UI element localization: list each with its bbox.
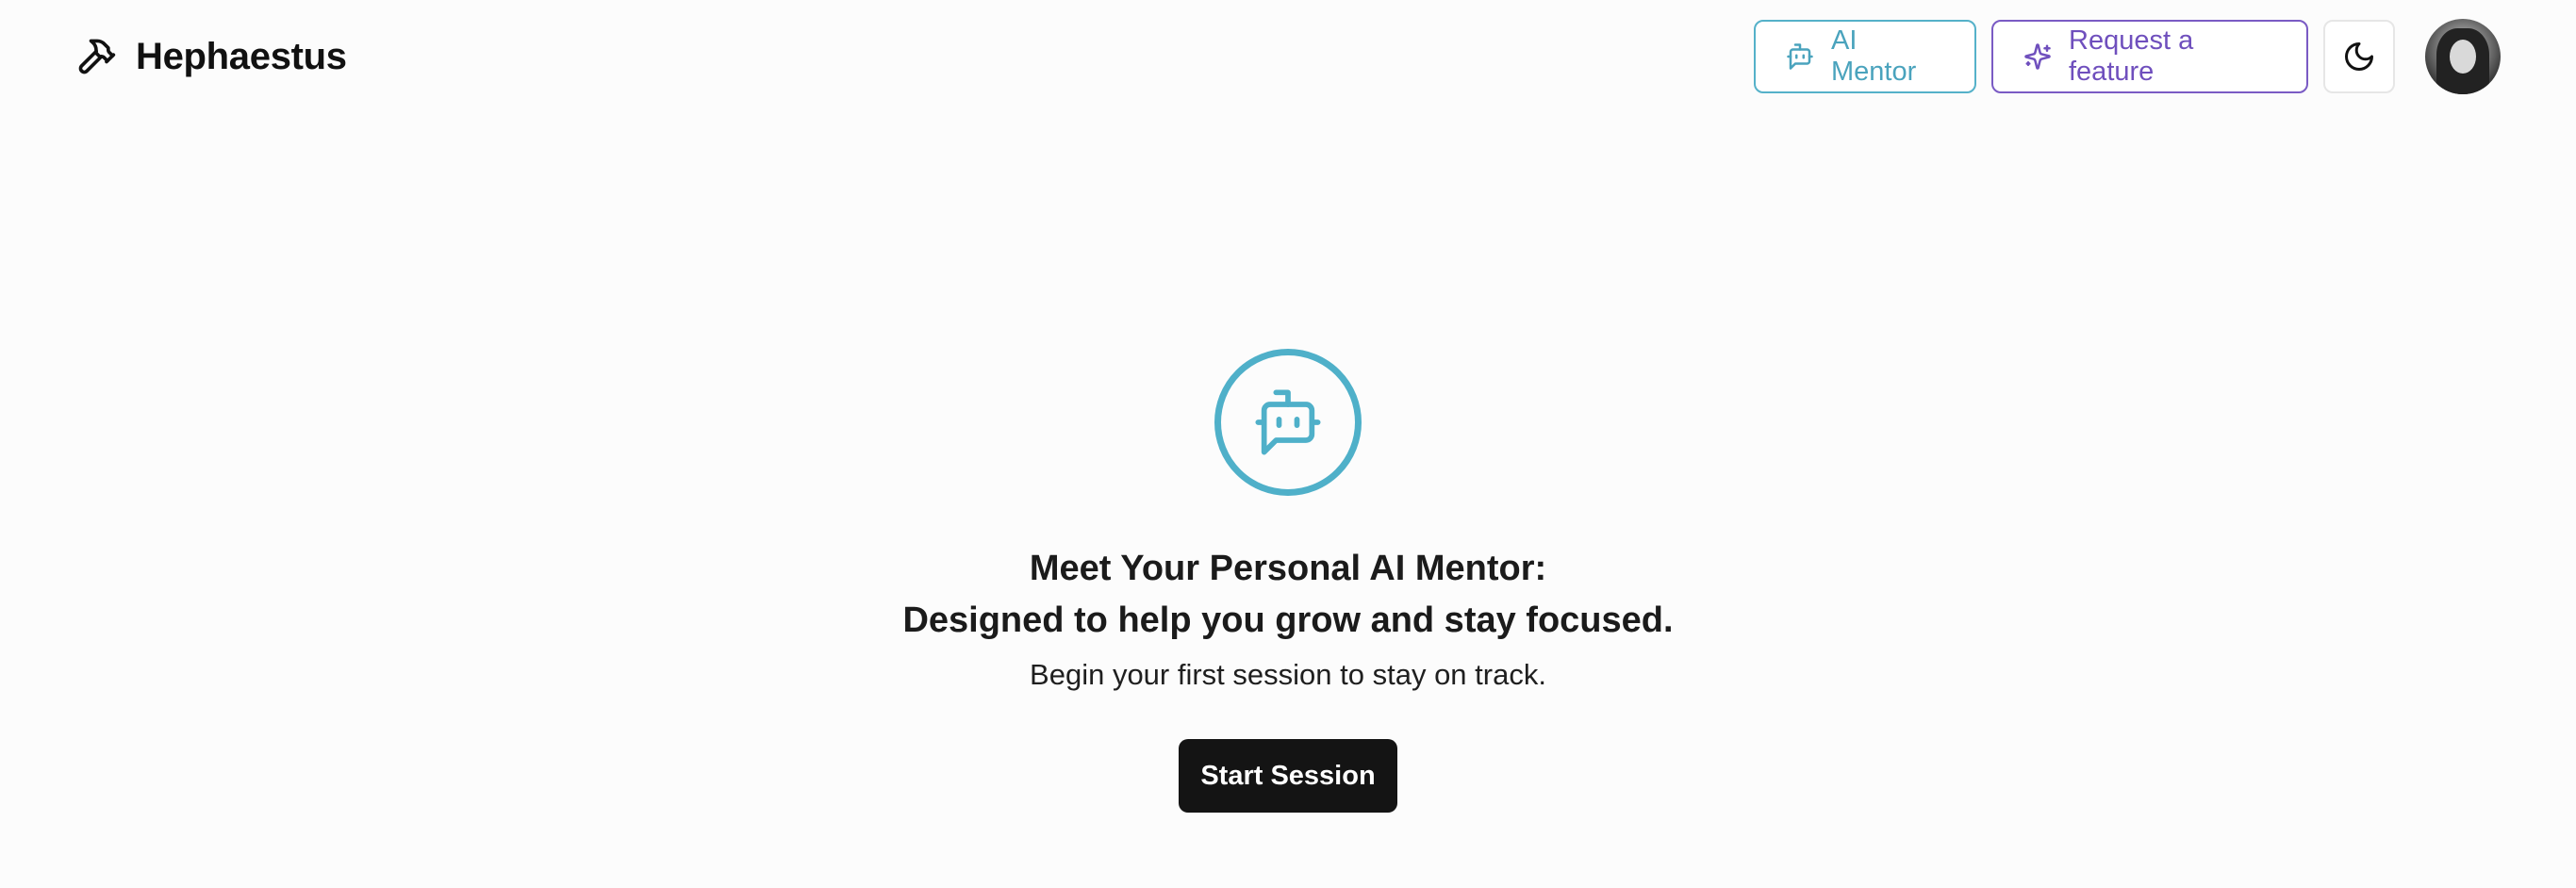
ai-mentor-button[interactable]: AI Mentor [1754,20,1976,93]
user-avatar[interactable] [2425,19,2501,94]
avatar-face [2450,40,2476,74]
header-actions: AI Mentor Request a feature [1754,19,2501,94]
headline-line-1: Meet Your Personal AI Mentor: [1029,549,1547,588]
request-feature-button[interactable]: Request a feature [1991,20,2308,93]
request-feature-label: Request a feature [2069,25,2194,87]
hero-section: Meet Your Personal AI Mentor: Designed t… [0,349,2576,813]
hero-subtitle: Begin your first session to stay on trac… [1030,658,1546,691]
theme-toggle-button[interactable] [2323,20,2395,93]
sparkles-icon [2023,42,2052,71]
bot-message-icon [1786,42,1814,71]
start-session-button[interactable]: Start Session [1179,739,1397,813]
bot-message-icon [1214,349,1362,496]
app-title: Hephaestus [136,35,347,77]
brand[interactable]: Hephaestus [75,32,347,81]
top-header: Hephaestus AI Mentor Request a feature [0,0,2576,111]
headline-line-2: Designed to help you grow and stay focus… [902,600,1674,640]
hero-headline: Meet Your Personal AI Mentor: Designed t… [902,543,1673,647]
ai-mentor-label: AI Mentor [1831,25,1917,87]
moon-icon [2342,40,2376,74]
hammer-icon [75,36,117,77]
